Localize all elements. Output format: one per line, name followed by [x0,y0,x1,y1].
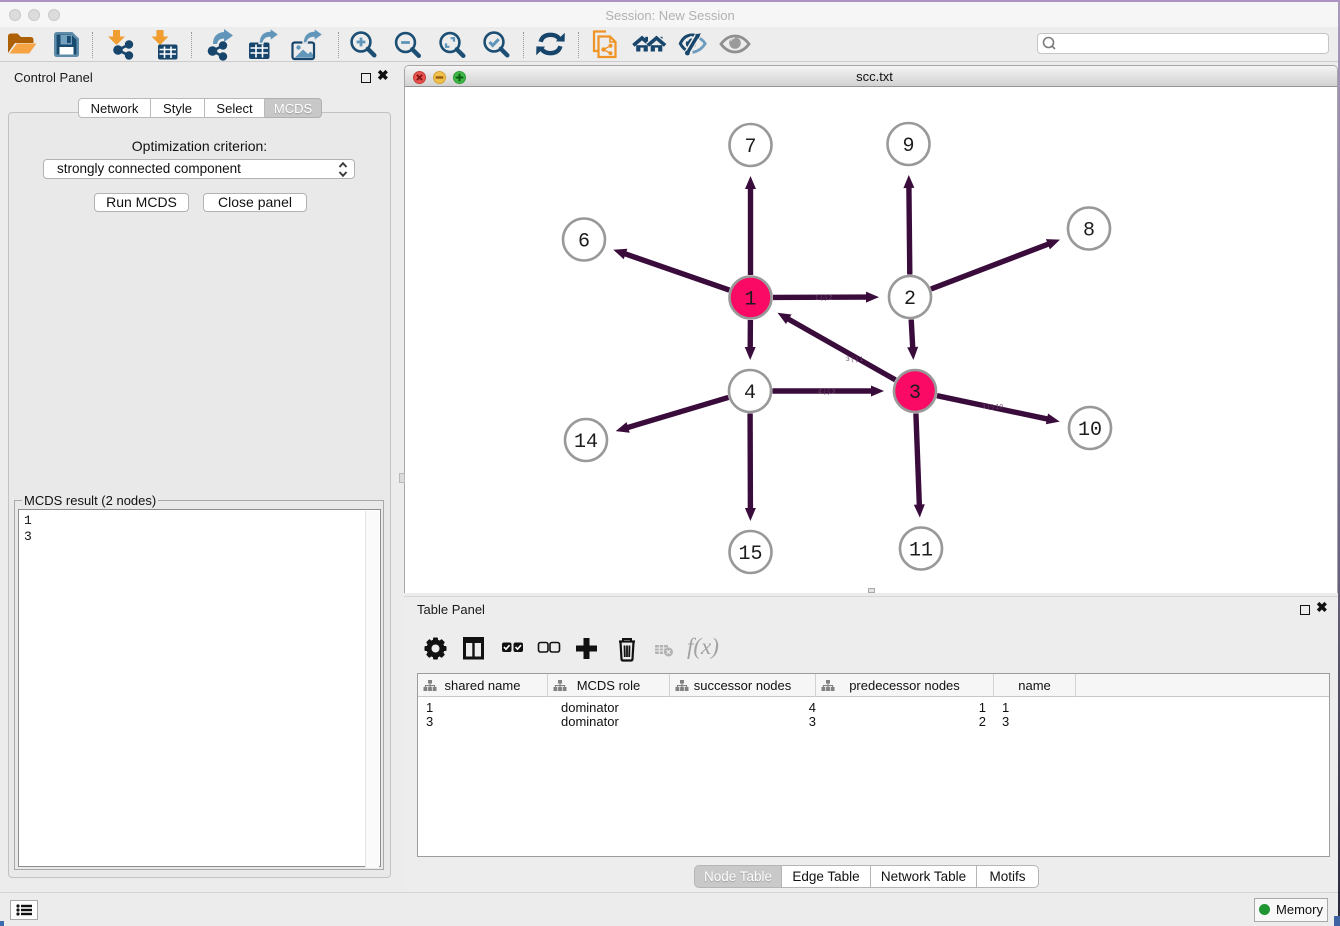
svg-text:3 (-) 10: 3 (-) 10 [982,404,1003,411]
svg-text:2: 2 [904,288,916,311]
svg-text:14: 14 [574,431,598,454]
svg-text:10: 10 [1078,419,1102,442]
svg-text:1 (-) 2: 1 (-) 2 [815,295,833,302]
svg-text:6: 6 [578,231,590,254]
svg-text:4 (-) 3: 4 (-) 3 [818,389,836,396]
svg-text:7: 7 [744,136,756,159]
svg-text:11: 11 [909,540,933,563]
svg-text:15: 15 [738,543,762,566]
svg-text:3 (-) 1: 3 (-) 1 [846,356,864,363]
svg-text:3: 3 [909,382,921,405]
svg-text:4: 4 [744,382,756,405]
svg-text:9: 9 [902,135,914,158]
svg-text:1: 1 [744,289,756,312]
svg-text:8: 8 [1083,220,1095,243]
svg-text:f(x): f(x) [687,634,719,659]
